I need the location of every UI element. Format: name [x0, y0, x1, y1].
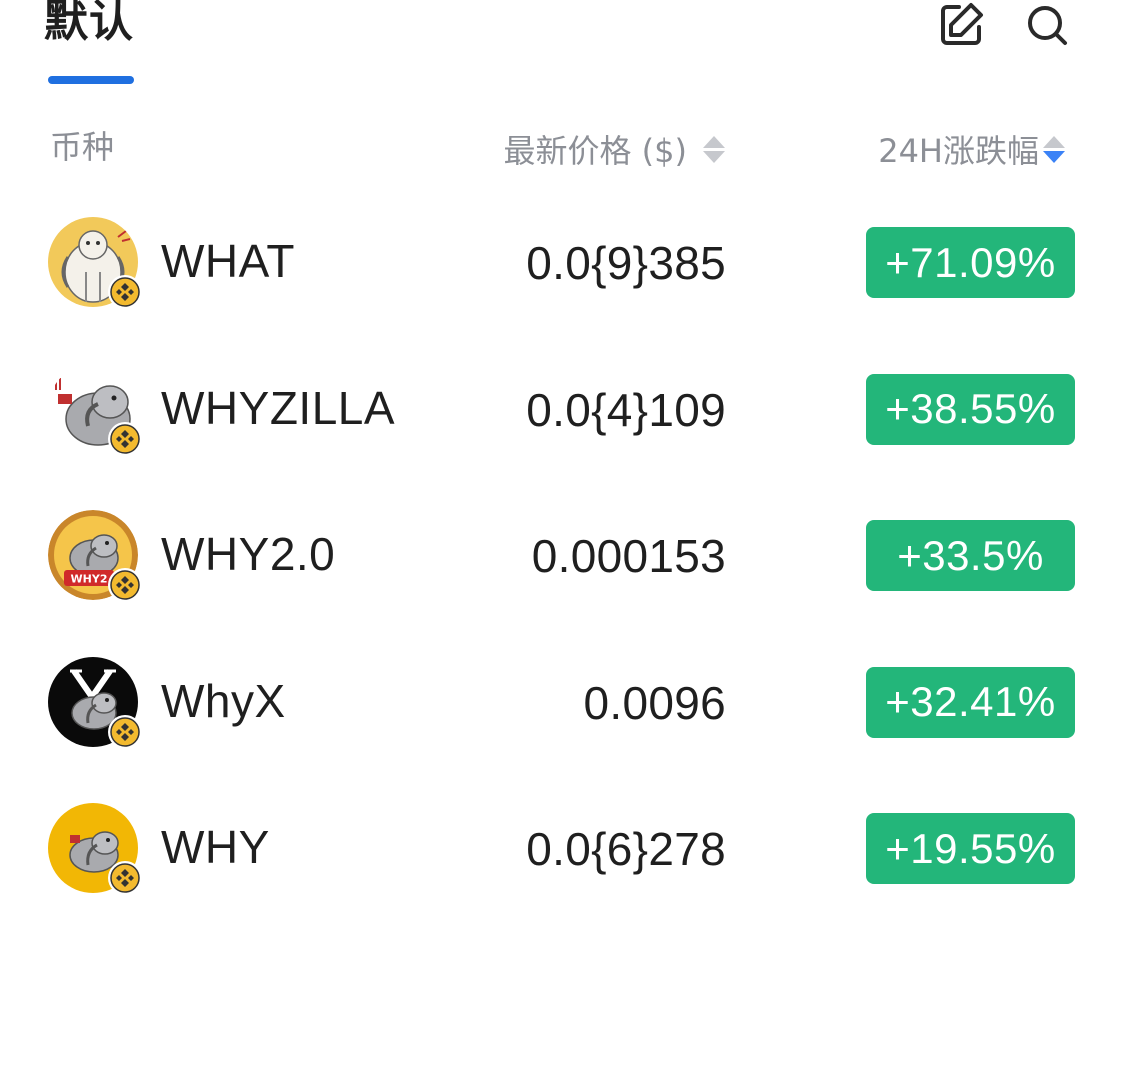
token-row[interactable]: WHYZILLA 0.0{4}109 +38.55%	[0, 339, 1123, 486]
column-header-price-label: 最新价格 ($)	[503, 132, 687, 170]
bnb-chain-icon	[108, 714, 142, 749]
search-icon	[1028, 6, 1067, 45]
token-row[interactable]: WHAT 0.0{9}385 +71.09%	[0, 192, 1123, 339]
search-button[interactable]	[1022, 0, 1072, 50]
token-avatar-wrap	[48, 363, 142, 456]
token-price: 0.0{9}385	[526, 237, 726, 289]
token-avatar-wrap	[48, 803, 142, 895]
column-header-change-label: 24H涨跌幅	[878, 132, 1039, 170]
change-badge: +32.41%	[866, 666, 1075, 738]
column-header-coin: 币种	[50, 128, 115, 166]
change-badge: +38.55%	[866, 373, 1075, 445]
token-avatar-wrap	[48, 656, 142, 749]
token-price: 0.0096	[583, 676, 726, 729]
column-header-price[interactable]: 最新价格 ($)	[503, 126, 725, 172]
edit-icon	[941, 3, 983, 45]
tab-active-indicator	[48, 76, 134, 84]
token-price: 0.0{4}109	[526, 383, 726, 436]
token-row[interactable]: WHY 0.0{6}278 +19.55%	[0, 778, 1123, 925]
token-row[interactable]: WHY2 WHY2.0 0.000153 +33.5%	[0, 485, 1123, 632]
column-header-change[interactable]: 24H涨跌幅	[878, 126, 1065, 172]
change-badge: +71.09%	[866, 227, 1075, 298]
top-bar: 默认	[0, 0, 1123, 100]
token-symbol: WHYZILLA	[161, 381, 396, 434]
token-avatar-wrap	[48, 217, 142, 309]
token-list: WHAT 0.0{9}385 +71.09% WHYZILLA 0.0{4}10…	[0, 192, 1123, 925]
token-symbol: WhyX	[161, 674, 286, 727]
change-badge: +33.5%	[866, 520, 1075, 591]
bnb-chain-icon	[108, 861, 142, 895]
token-avatar-wrap: WHY2	[48, 510, 142, 602]
token-price: 0.0{6}278	[526, 823, 726, 875]
sort-desc-icon	[1043, 135, 1065, 163]
bnb-chain-icon	[108, 275, 142, 309]
bnb-chain-icon	[108, 421, 142, 456]
sort-icon	[703, 135, 725, 163]
token-symbol: WHY2.0	[161, 528, 336, 580]
token-symbol: WHAT	[161, 235, 296, 287]
change-badge: +19.55%	[866, 813, 1075, 884]
column-header-row: 币种 最新价格 ($) 24H涨跌幅	[0, 118, 1123, 174]
token-symbol: WHY	[161, 821, 270, 873]
tab-default[interactable]: 默认	[44, 0, 134, 50]
why2-avatar-text: WHY2	[71, 573, 108, 586]
token-price: 0.000153	[531, 530, 726, 582]
bnb-chain-icon	[108, 568, 142, 602]
token-row[interactable]: WhyX 0.0096 +32.41%	[0, 632, 1123, 779]
edit-button[interactable]	[936, 0, 986, 50]
